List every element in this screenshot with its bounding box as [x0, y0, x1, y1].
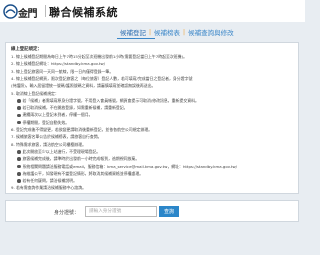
rule-item: 此次開放至少以上站進行，不受理現場登記。 — [17, 149, 100, 154]
id-number-label: 身分證號： — [54, 210, 80, 216]
bullet-icon — [17, 99, 21, 103]
rule-text: 停權期間，登記自動失效。 — [22, 119, 70, 125]
rule-text: (持護照)，輸入居留證統一號碼/護照號碼之資料，請審慎填寫並確認無誤後再送出。 — [11, 83, 156, 89]
id-number-input[interactable] — [85, 206, 157, 217]
rule-text: 系統相關問題請洽服務電話或email，服務信箱：kma_service@mail… — [22, 163, 237, 169]
search-bar: 身分證號： 查詢 — [5, 200, 299, 222]
rule-text: 3. 線上登記旅客同一天同一航線，限一日內僅得登錄一筆。 — [11, 68, 114, 74]
rule-text: 6. 登記完成後不得變更，若欲變更請取消後重新登記，並依各航空公司規定辦理。 — [11, 127, 153, 132]
bullet-icon — [17, 179, 21, 183]
rule-item: 6. 登記完成後不得變更，若欲變更請取消後重新登記，並依各航空公司規定辦理。 — [11, 127, 152, 132]
rule-item: 為維護公平，如發現有不當登記情形，將取消其候補資格並停權處理。 — [17, 171, 143, 176]
query-button[interactable]: 查詢 — [159, 206, 179, 217]
bullet-icon — [17, 150, 21, 154]
rule-text: 若「候補」者需填寫原身分證字號，不用登入會員帳號，網頁會提示可取消/修改訊息，重… — [22, 97, 199, 103]
rule-text: 5. 取消線上登記候補規定： — [11, 90, 59, 96]
app-header: 金門 聯合候補系統 — [0, 0, 305, 22]
rule-item: 若「候補」者需填寫原身分證字號，不用登入會員帳號，網頁會提示可取消/修改訊息，重… — [17, 98, 199, 103]
rule-text: 7. 候補旅客名單公告於候補榜表，請旅客自行查閱。 — [11, 134, 102, 140]
header-divider — [45, 5, 46, 17]
bullet-icon — [17, 106, 21, 110]
rule-item: 連續兩次以上登記未到者，停權一個月。 — [17, 112, 93, 117]
rule-item: 若有任何疑問，請洽候補說明。 — [17, 178, 77, 183]
rule-item: 4. 線上候補登記網頁，限次登記旅客之（每位旅客）登記人數，若可填寫/完成當日之… — [11, 76, 192, 81]
rule-text: 為維護公平，如發現有不當登記情形，將取消其候補資格並停權處理。 — [22, 170, 144, 176]
bullet-icon — [17, 120, 21, 125]
rule-item: 旅客候補完成後，請準時於出發前一小時完成報到，逾期視同放棄。 — [17, 156, 139, 161]
bullet-icon — [17, 113, 21, 118]
bullet-icon — [17, 164, 21, 169]
rule-item: 若已取消候補，不在開放登錄，如需重新候補，請重新登記。 — [17, 105, 128, 110]
rule-text: 1. 線上候補登記期間為每日上午7時15分起至次班機出發前1小時(需要登記當日上… — [11, 54, 187, 59]
rule-item: (持護照)，輸入居留證統一號碼/護照號碼之資料，請審慎填寫並確認無誤後再送出。 — [11, 83, 155, 88]
rule-item: 3. 線上登記旅客同一天同一航線，限一日內僅得登錄一筆。 — [11, 69, 113, 74]
rule-text: 2. 線上候補登記網址：https://standby.kma.gov.tw/ — [11, 61, 106, 67]
active-tab-indicator — [117, 38, 155, 39]
rule-text: 9. 若有需查詢作業請洽候補服務中心諮詢。 — [11, 185, 86, 191]
tab-standby-list[interactable]: 候補榜表 — [151, 27, 183, 37]
rule-item: 5. 取消線上登記候補規定： — [11, 91, 59, 96]
rule-text: 若已取消候補，不在開放登錄，如需重新候補，請重新登記。 — [22, 105, 128, 111]
rule-text: 旅客候補完成後，請準時於出發前一小時完成報到，逾期視同放棄。 — [22, 156, 140, 162]
rules-title: 線上登記規定： — [11, 47, 42, 52]
rule-item: 系統相關問題請洽服務電話或email，服務信箱：kma_service@mail… — [17, 164, 237, 169]
bullet-icon — [17, 172, 21, 176]
bullet-icon — [17, 157, 21, 161]
rule-item: 8. 特殊需求旅客，請洽航空公司櫃檯辦理。 — [11, 142, 86, 147]
kma-logo-icon — [3, 4, 18, 19]
rule-text: 連續兩次以上登記未到者，停權一個月。 — [22, 112, 93, 118]
rule-text: 若有任何疑問，請洽候補說明。 — [22, 178, 77, 184]
kma-logo[interactable]: 金門 — [3, 4, 45, 20]
rule-text: 此次開放至少以上站進行，不受理現場登記。 — [22, 148, 101, 154]
logo-text: 金門 — [18, 9, 38, 20]
tab-standby-register[interactable]: 候補登記 — [117, 27, 149, 37]
rule-text: 8. 特殊需求旅客，請洽航空公司櫃檯辦理。 — [11, 141, 86, 147]
nav-tabs: 候補登記 | 候補榜表 | 候補查詢與修改 — [117, 27, 237, 38]
rule-item: 2. 線上候補登記網址：https://standby.kma.gov.tw/ — [11, 61, 105, 66]
rule-item: 停權期間，登記自動失效。 — [17, 120, 69, 125]
page-title: 聯合候補系統 — [49, 6, 118, 19]
rule-item: 9. 若有需查詢作業請洽候補服務中心諮詢。 — [11, 185, 86, 190]
rule-text: 4. 線上候補登記網頁，限次登記旅客之（每位旅客）登記人數，若可填寫/完成當日之… — [11, 75, 193, 81]
tab-standby-query[interactable]: 候補查詢與修改 — [185, 27, 237, 37]
rule-item: 1. 線上候補登記期間為每日上午7時15分起至次班機出發前1小時(需要登記當日上… — [11, 54, 187, 59]
rules-card: 線上登記規定： 1. 線上候補登記期間為每日上午7時15分起至次班機出發前1小時… — [5, 42, 299, 194]
rule-item: 7. 候補旅客名單公告於候補榜表，請旅客自行查閱。 — [11, 134, 102, 139]
